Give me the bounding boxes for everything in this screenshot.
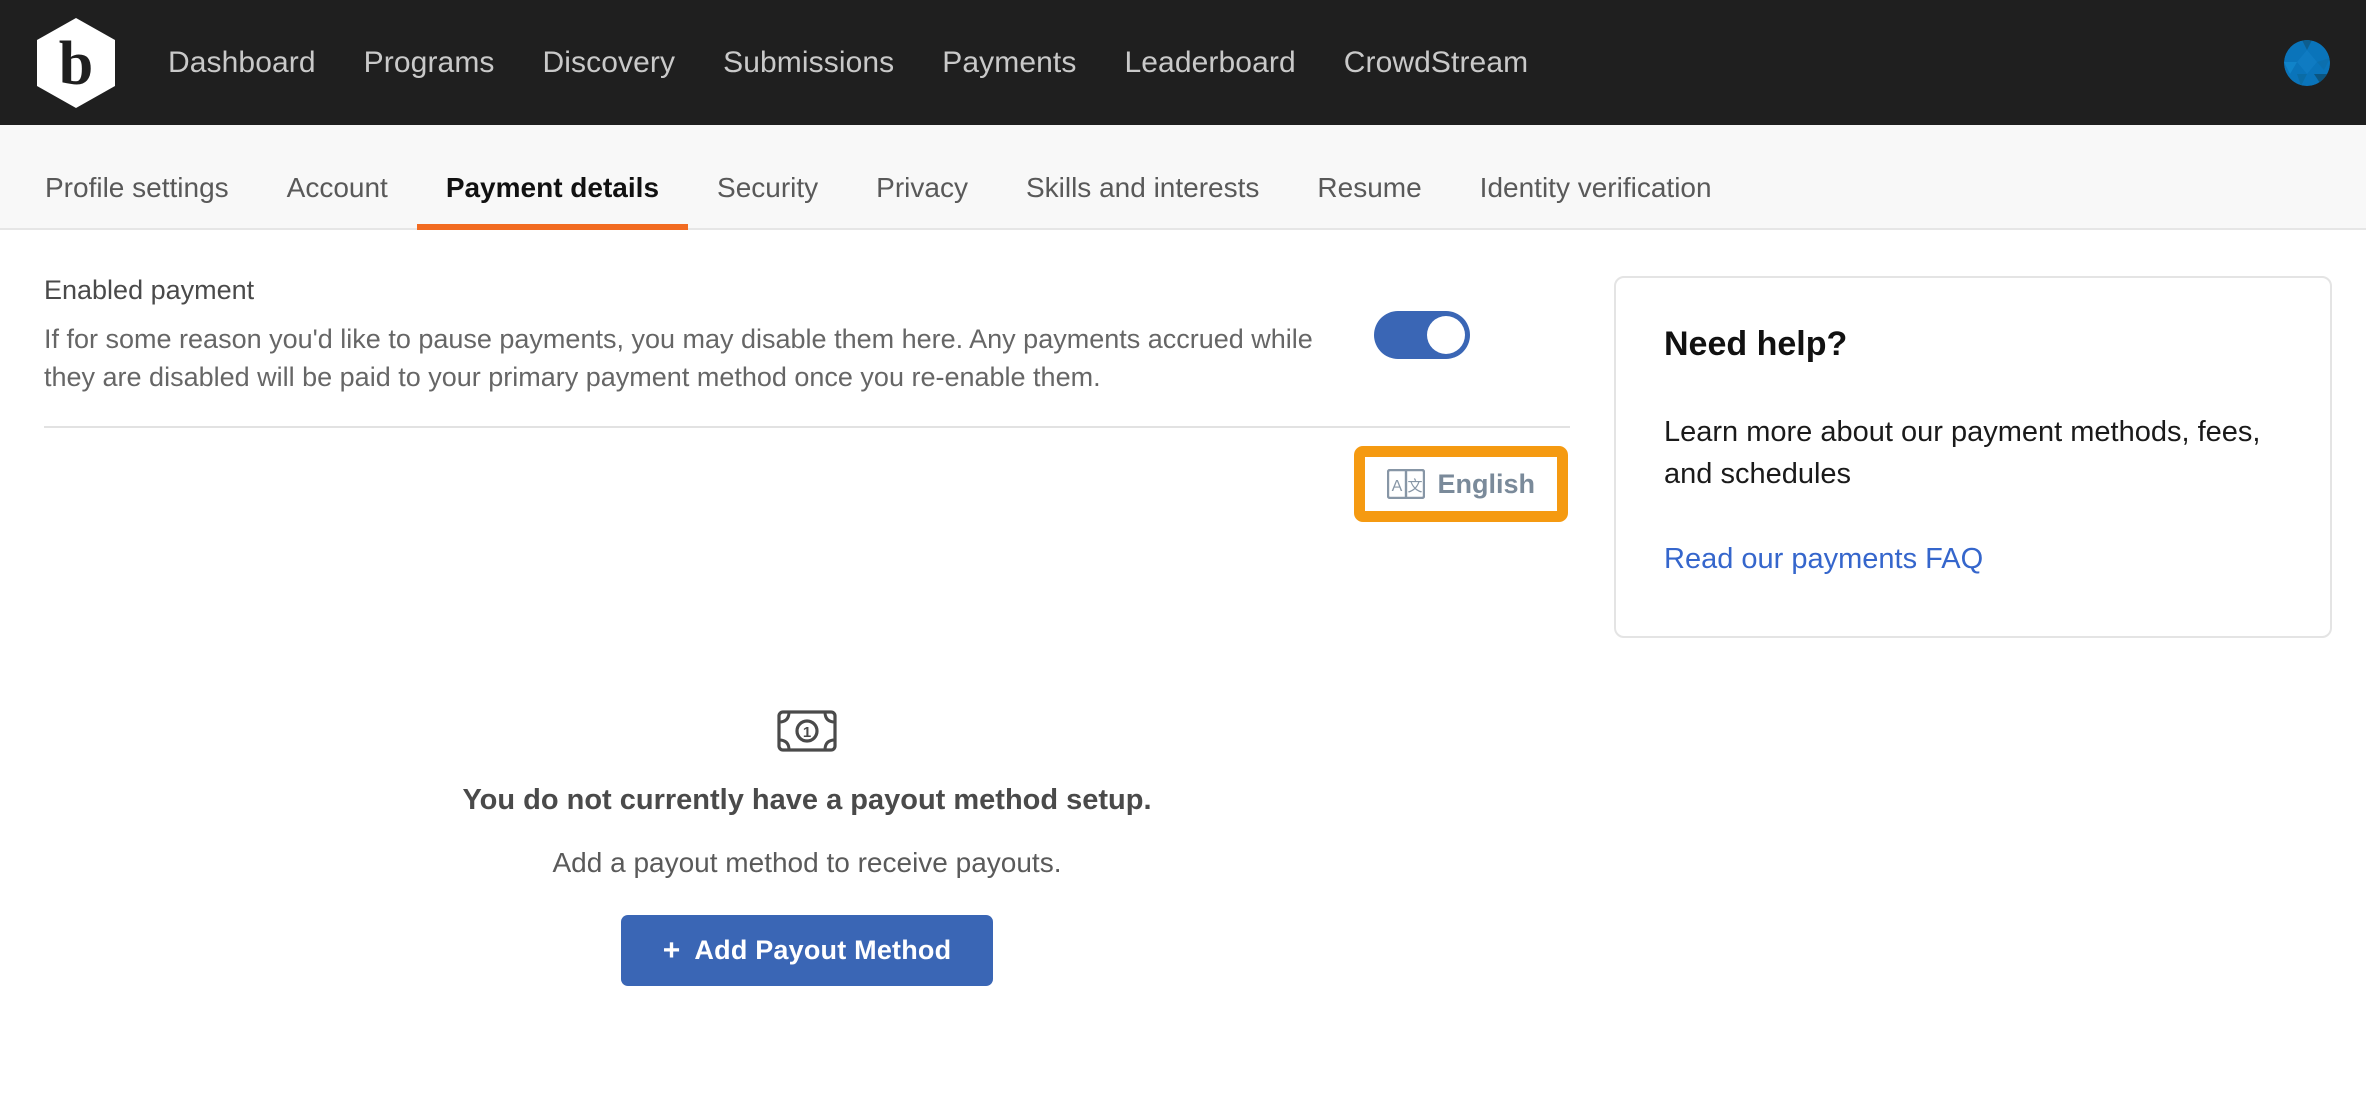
tab-payment-details[interactable]: Payment details bbox=[416, 174, 689, 230]
top-navigation-bar: b Dashboard Programs Discovery Submissio… bbox=[0, 0, 2366, 125]
avatar[interactable] bbox=[2284, 39, 2330, 86]
primary-nav-links: Dashboard Programs Discovery Submissions… bbox=[144, 38, 1552, 88]
nav-link-payments[interactable]: Payments bbox=[918, 38, 1100, 88]
language-selector-label: English bbox=[1437, 468, 1535, 499]
empty-state-title: You do not currently have a payout metho… bbox=[462, 784, 1152, 816]
enabled-payment-text: Enabled payment If for some reason you'd… bbox=[44, 274, 1344, 396]
language-selector-highlight: A 文 English bbox=[1354, 446, 1568, 523]
nav-link-dashboard[interactable]: Dashboard bbox=[144, 38, 340, 88]
page-body: Enabled payment If for some reason you'd… bbox=[0, 230, 2366, 1120]
help-sidebar-column: Need help? Learn more about our payment … bbox=[1614, 230, 2366, 638]
plus-icon: + bbox=[662, 933, 681, 967]
tab-account[interactable]: Account bbox=[258, 174, 417, 228]
enabled-payment-row: Enabled payment If for some reason you'd… bbox=[44, 230, 1570, 426]
tab-security[interactable]: Security bbox=[688, 174, 847, 228]
svg-text:b: b bbox=[59, 30, 93, 98]
tab-identity-verification[interactable]: Identity verification bbox=[1451, 174, 1741, 228]
tab-profile-settings[interactable]: Profile settings bbox=[16, 174, 258, 228]
payments-faq-link[interactable]: Read our payments FAQ bbox=[1664, 543, 1983, 575]
main-content-column: Enabled payment If for some reason you'd… bbox=[0, 230, 1614, 986]
enabled-payment-title: Enabled payment bbox=[44, 275, 255, 305]
settings-tab-bar: Profile settings Account Payment details… bbox=[0, 125, 2366, 230]
nav-link-leaderboard[interactable]: Leaderboard bbox=[1100, 38, 1319, 88]
svg-text:A: A bbox=[1392, 478, 1403, 495]
bugcrowd-logo-icon[interactable]: b bbox=[34, 16, 118, 110]
add-payout-method-label: Add Payout Method bbox=[694, 935, 952, 965]
language-selector-button[interactable]: A 文 English bbox=[1379, 467, 1543, 501]
payout-method-empty-state: 1 You do not currently have a payout met… bbox=[44, 710, 1570, 986]
tab-skills-and-interests[interactable]: Skills and interests bbox=[997, 174, 1288, 228]
enabled-payment-toggle[interactable] bbox=[1374, 311, 1470, 360]
add-payout-method-button[interactable]: + Add Payout Method bbox=[620, 915, 994, 986]
nav-link-discovery[interactable]: Discovery bbox=[519, 38, 700, 88]
toggle-knob bbox=[1427, 316, 1465, 355]
user-avatar-icon[interactable] bbox=[2284, 39, 2330, 86]
language-selector-row: A 文 English bbox=[44, 428, 1570, 523]
enabled-payment-description: If for some reason you'd like to pause p… bbox=[44, 323, 1313, 393]
empty-state-subtitle: Add a payout method to receive payouts. bbox=[552, 847, 1062, 878]
svg-text:1: 1 bbox=[803, 724, 811, 741]
translate-icon: A 文 bbox=[1387, 469, 1426, 500]
banknote-icon: 1 bbox=[777, 710, 837, 752]
need-help-title: Need help? bbox=[1664, 325, 1848, 363]
svg-text:文: 文 bbox=[1408, 477, 1423, 495]
nav-link-programs[interactable]: Programs bbox=[340, 38, 519, 88]
tab-resume[interactable]: Resume bbox=[1288, 174, 1450, 228]
tab-privacy[interactable]: Privacy bbox=[847, 174, 997, 228]
nav-link-submissions[interactable]: Submissions bbox=[699, 38, 918, 88]
need-help-card: Need help? Learn more about our payment … bbox=[1614, 276, 2332, 638]
nav-link-crowdstream[interactable]: CrowdStream bbox=[1320, 38, 1552, 88]
need-help-text: Learn more about our payment methods, fe… bbox=[1664, 415, 2261, 490]
